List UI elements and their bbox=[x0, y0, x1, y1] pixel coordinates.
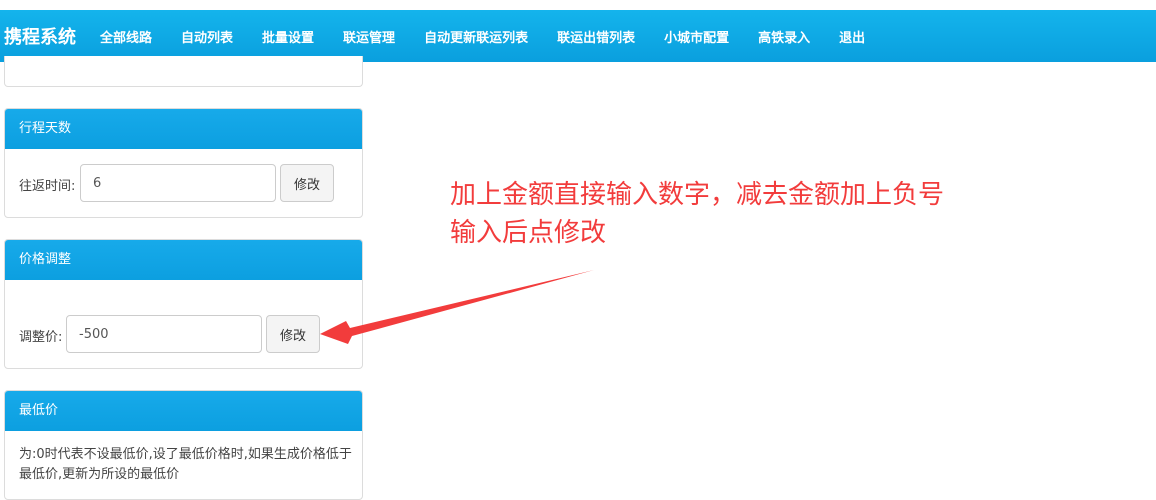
annotation-arrow-icon bbox=[320, 270, 594, 344]
